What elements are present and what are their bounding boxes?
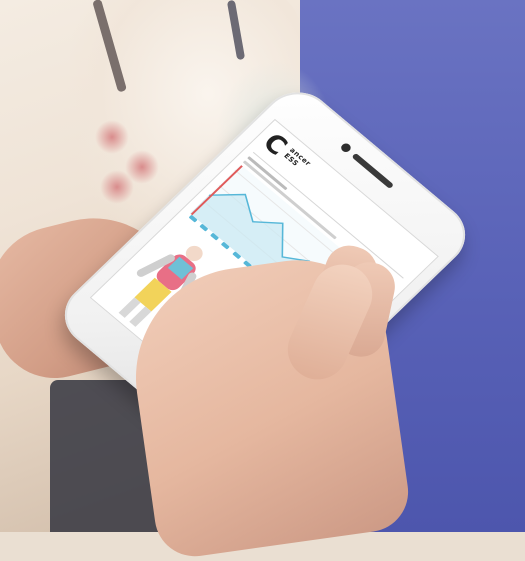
camera-icon — [339, 141, 353, 154]
cup-decoration — [100, 170, 134, 204]
cup-decoration — [95, 120, 129, 154]
speaker-icon — [351, 152, 395, 190]
